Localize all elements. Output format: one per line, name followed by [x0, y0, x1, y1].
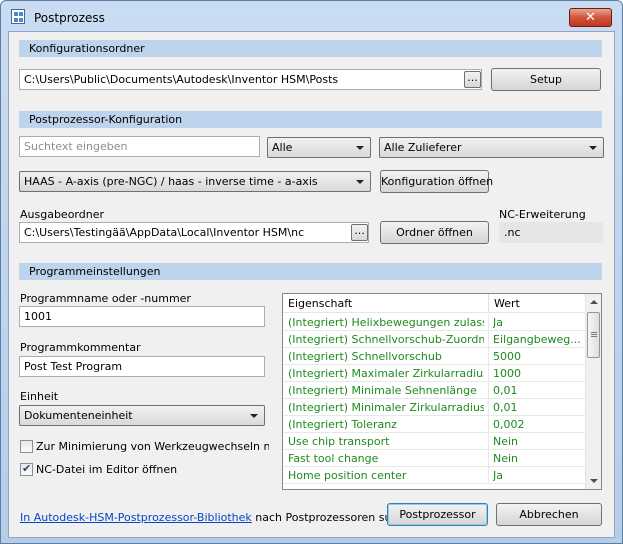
property-value[interactable]: Ja — [493, 316, 583, 329]
postprozessor-button[interactable]: Postprozessor — [387, 503, 488, 526]
chevron-down-icon — [356, 146, 364, 150]
property-name: (Integriert) Schnellvorschub — [288, 350, 442, 363]
scroll-up-arrow-icon[interactable] — [590, 300, 598, 304]
cell-divider — [488, 314, 489, 331]
nc-extension-label: NC-Erweiterung — [499, 208, 586, 221]
chevron-down-icon — [250, 414, 258, 418]
property-row[interactable]: (Integriert) Maximaler Zirkularradius 100… — [283, 365, 585, 382]
section-post-config: Postprozessor-Konfiguration — [19, 111, 602, 128]
property-row[interactable]: (Integriert) Toleranz 0,002 — [283, 416, 585, 433]
cell-divider — [488, 416, 489, 433]
cell-divider — [488, 365, 489, 382]
minimize-tool-change-label: Zur Minimierung von Werkzeugwechseln neu… — [36, 440, 269, 453]
post-config-value: HAAS - A-axis (pre-NGC) / haas - inverse… — [24, 175, 318, 188]
cell-divider — [488, 348, 489, 365]
open-nc-in-editor-label: NC-Datei im Editor öffnen — [36, 463, 178, 476]
property-value[interactable]: 1000 — [493, 367, 583, 380]
vendor-value: Alle Zulieferer — [384, 141, 462, 154]
property-value[interactable]: Nein — [493, 435, 583, 448]
program-name-label: Programmname oder -nummer — [20, 292, 191, 305]
scrollbar-thumb[interactable] — [587, 312, 600, 358]
program-name-input[interactable]: 1001 — [19, 306, 265, 327]
property-grid-scrollbar[interactable] — [585, 294, 601, 489]
title-bar[interactable]: Postprozess ✕ — [1, 1, 622, 31]
filter-value: Alle — [272, 141, 293, 154]
property-name: Fast tool change — [288, 452, 379, 465]
output-folder-browse-button[interactable]: ... — [351, 224, 368, 241]
property-name: (Integriert) Minimale Sehnenlänge — [288, 384, 477, 397]
property-row[interactable]: (Integriert) Minimale Sehnenlänge 0,01 — [283, 382, 585, 399]
filter-select[interactable]: Alle — [267, 137, 371, 158]
cell-divider — [488, 433, 489, 450]
cell-divider — [488, 450, 489, 467]
scroll-down-arrow-icon[interactable] — [590, 479, 598, 483]
property-row[interactable]: (Integriert) Schnellvorschub 5000 — [283, 348, 585, 365]
open-nc-in-editor-checkbox[interactable] — [20, 462, 33, 476]
setup-button[interactable]: Setup — [491, 68, 601, 91]
section-config-folder: Konfigurationsordner — [19, 40, 602, 57]
property-name: (Integriert) Maximaler Zirkularradius — [288, 367, 484, 380]
minimize-tool-change-checkbox[interactable] — [20, 440, 33, 453]
dialog-body: Konfigurationsordner C:\Users\Public\Doc… — [8, 31, 615, 538]
property-value[interactable]: 0,01 — [493, 384, 583, 397]
cell-divider — [488, 331, 489, 348]
output-folder-label: Ausgabeordner — [20, 208, 105, 221]
cancel-button[interactable]: Abbrechen — [496, 503, 602, 526]
unit-label: Einheit — [20, 390, 59, 403]
post-library-link-text: In Autodesk-HSM-Postprozessor-Bibliothek… — [20, 511, 418, 524]
property-row[interactable]: Home position center Ja — [283, 467, 585, 484]
cell-divider — [488, 467, 489, 484]
search-input[interactable]: Suchtext eingeben — [19, 136, 260, 157]
section-program-settings: Programmeinstellungen — [19, 263, 602, 280]
property-row[interactable]: Fast tool change Nein — [283, 450, 585, 467]
postprozess-window: Postprozess ✕ Konfigurationsordner C:\Us… — [0, 0, 623, 544]
property-row[interactable]: (Integriert) Helixbewegungen zulassen Ja — [283, 314, 585, 331]
property-name: (Integriert) Minimaler Zirkularradius — [288, 401, 484, 414]
property-value[interactable]: 0,01 — [493, 401, 583, 414]
property-value[interactable]: Eilgangbeweg... — [493, 333, 583, 346]
property-name: Home position center — [288, 469, 407, 482]
chevron-down-icon — [589, 146, 597, 150]
unit-select[interactable]: Dokumenteneinheit — [19, 405, 265, 426]
property-name: (Integriert) Toleranz — [288, 418, 397, 431]
nc-extension-field: .nc — [499, 222, 603, 243]
app-icon — [11, 9, 25, 24]
property-name: (Integriert) Helixbewegungen zulassen — [288, 316, 484, 329]
property-value[interactable]: Nein — [493, 452, 583, 465]
property-value[interactable]: 5000 — [493, 350, 583, 363]
window-title: Postprozess — [34, 11, 105, 25]
property-value[interactable]: Ja — [493, 469, 583, 482]
vendor-select[interactable]: Alle Zulieferer — [379, 137, 604, 158]
close-button[interactable]: ✕ — [569, 8, 612, 27]
config-folder-path-input[interactable]: C:\Users\Public\Documents\Autodesk\Inven… — [19, 69, 482, 90]
unit-value: Dokumenteneinheit — [24, 409, 133, 422]
open-folder-button[interactable]: Ordner öffnen — [380, 221, 489, 244]
cell-divider — [488, 382, 489, 399]
property-grid[interactable]: Eigenschaft Wert (Integriert) Helixbeweg… — [282, 293, 602, 490]
property-row[interactable]: (Integriert) Minimaler Zirkularradius 0,0… — [283, 399, 585, 416]
post-config-select[interactable]: HAAS - A-axis (pre-NGC) / haas - inverse… — [19, 171, 371, 192]
program-comment-label: Programmkommentar — [20, 341, 141, 354]
program-comment-input[interactable]: Post Test Program — [19, 356, 265, 377]
column-header-property[interactable]: Eigenschaft — [288, 297, 352, 310]
config-folder-browse-button[interactable]: ... — [464, 71, 481, 88]
output-folder-input[interactable]: C:\Users\Testingää\AppData\Local\Invento… — [19, 222, 369, 243]
open-config-button[interactable]: Konfiguration öffnen — [380, 170, 493, 193]
post-library-link[interactable]: In Autodesk-HSM-Postprozessor-Bibliothek — [20, 511, 252, 524]
column-header-value[interactable]: Wert — [494, 297, 520, 310]
property-row[interactable]: (Integriert) Schnellvorschub-Zuordnung Ei… — [283, 331, 585, 348]
column-divider — [488, 294, 489, 312]
property-name: (Integriert) Schnellvorschub-Zuordnung — [288, 333, 484, 346]
property-name: Use chip transport — [288, 435, 390, 448]
chevron-down-icon — [356, 180, 364, 184]
cell-divider — [488, 399, 489, 416]
property-grid-header: Eigenschaft Wert — [283, 294, 585, 313]
property-value[interactable]: 0,002 — [493, 418, 583, 431]
property-row[interactable]: Use chip transport Nein — [283, 433, 585, 450]
